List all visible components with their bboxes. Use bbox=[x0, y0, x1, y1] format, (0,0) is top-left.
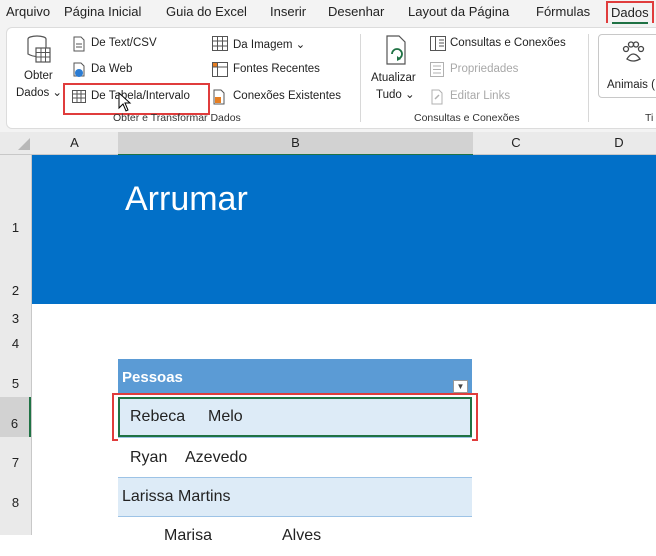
refresh-all-label-2: Tudo ⌄ bbox=[376, 89, 415, 101]
from-web-label: Da Web bbox=[91, 63, 133, 75]
row-header-1[interactable]: 1 bbox=[0, 220, 31, 235]
table-header-cell[interactable]: Pessoas ▼ bbox=[118, 359, 472, 395]
group-label-queries: Consultas e Conexões bbox=[414, 112, 520, 124]
refresh-icon bbox=[386, 35, 406, 65]
edit-links-label: Editar Links bbox=[450, 90, 511, 102]
cell-first-name: Ryan bbox=[130, 449, 168, 466]
row-header-5[interactable]: 5 bbox=[0, 376, 31, 391]
row-highlight bbox=[112, 393, 478, 441]
from-web-button[interactable]: Da Web bbox=[72, 61, 192, 79]
queries-connections-button[interactable]: Consultas e Conexões bbox=[430, 35, 576, 53]
ribbon: Obter Dados ⌄ De Text/CSV Da Web De Tabe… bbox=[0, 24, 656, 132]
cell-first-name: Marisa bbox=[164, 527, 213, 544]
sheet-title: Arrumar bbox=[125, 180, 248, 218]
get-data-button[interactable]: Obter Dados ⌄ bbox=[14, 32, 66, 104]
from-text-csv-button[interactable]: De Text/CSV bbox=[72, 35, 192, 53]
edit-links-icon bbox=[431, 89, 443, 105]
column-header-c[interactable]: C bbox=[474, 135, 558, 150]
title-banner bbox=[32, 155, 656, 304]
column-header-d[interactable]: D bbox=[559, 135, 656, 150]
filter-dropdown-icon[interactable]: ▼ bbox=[453, 380, 468, 393]
tab-pagina-inicial[interactable]: Página Inicial bbox=[64, 4, 141, 19]
from-image-label: Da Imagem ⌄ bbox=[233, 39, 306, 51]
tab-arquivo[interactable]: Arquivo bbox=[6, 4, 50, 19]
select-all-corner-icon[interactable] bbox=[18, 138, 30, 150]
tab-guia-do-excel[interactable]: Guia do Excel bbox=[166, 4, 247, 19]
web-page-icon bbox=[73, 62, 85, 77]
get-data-label-2: Dados ⌄ bbox=[16, 87, 63, 99]
paw-icon bbox=[622, 41, 645, 62]
recent-sources-icon bbox=[212, 62, 228, 77]
group-label-types: Ti bbox=[645, 112, 654, 124]
properties-button[interactable]: Propriedades bbox=[430, 61, 540, 79]
existing-connections-button[interactable]: Conexões Existentes bbox=[212, 88, 352, 106]
ribbon-separator-2 bbox=[588, 34, 589, 122]
cell-last-name: Azevedo bbox=[185, 449, 248, 466]
animals-label: Animais ( bbox=[607, 79, 655, 91]
text-file-icon bbox=[73, 36, 85, 52]
queries-connections-label: Consultas e Conexões bbox=[450, 37, 566, 49]
menu-bar: Arquivo Página Inicial Guia do Excel Ins… bbox=[0, 0, 656, 24]
cell-first-name: Larissa Martins bbox=[122, 488, 231, 505]
column-header-bar: A B C D bbox=[0, 132, 656, 156]
animals-data-type-button[interactable]: Animais ( bbox=[598, 34, 656, 98]
database-table-icon bbox=[27, 35, 51, 63]
edit-links-button[interactable]: Editar Links bbox=[430, 88, 540, 106]
tab-inserir[interactable]: Inserir bbox=[270, 4, 306, 19]
tab-layout-da-pagina[interactable]: Layout da Página bbox=[408, 4, 509, 19]
tab-dados[interactable]: Dados bbox=[606, 1, 654, 24]
column-header-a[interactable]: A bbox=[32, 135, 117, 150]
recent-sources-button[interactable]: Fontes Recentes bbox=[212, 61, 332, 79]
image-table-icon bbox=[212, 36, 228, 51]
group-label-get-transform: Obter e Transformar Dados bbox=[113, 112, 241, 124]
column-header-b[interactable]: B bbox=[118, 132, 473, 156]
refresh-all-button[interactable]: Atualizar Tudo ⌄ bbox=[368, 32, 426, 108]
row-header-6[interactable]: 6 bbox=[0, 397, 31, 437]
properties-icon bbox=[430, 62, 444, 77]
table-row[interactable]: Ryan Azevedo bbox=[118, 437, 472, 477]
row-header-2[interactable]: 2 bbox=[0, 283, 31, 298]
from-image-button[interactable]: Da Imagem ⌄ bbox=[212, 35, 322, 53]
table-header-label: Pessoas bbox=[122, 369, 183, 386]
from-table-range-highlight bbox=[63, 83, 210, 115]
existing-connections-icon bbox=[213, 89, 225, 105]
table-row[interactable]: Larissa Martins bbox=[118, 477, 472, 517]
row-header-8[interactable]: 8 bbox=[0, 495, 31, 510]
row-header-3[interactable]: 3 bbox=[0, 311, 31, 326]
get-data-label-1: Obter bbox=[24, 70, 53, 82]
ribbon-separator bbox=[360, 34, 361, 122]
recent-sources-label: Fontes Recentes bbox=[233, 63, 320, 75]
row-header-4[interactable]: 4 bbox=[0, 336, 31, 351]
from-text-csv-label: De Text/CSV bbox=[91, 37, 157, 49]
existing-connections-label: Conexões Existentes bbox=[233, 90, 342, 102]
properties-label: Propriedades bbox=[450, 63, 519, 75]
table-row[interactable]: Marisa Alves bbox=[118, 516, 472, 556]
queries-connections-icon bbox=[430, 36, 446, 51]
tab-desenhar[interactable]: Desenhar bbox=[328, 4, 384, 19]
tab-formulas[interactable]: Fórmulas bbox=[536, 4, 590, 19]
refresh-all-label-1: Atualizar bbox=[371, 72, 416, 84]
row-header-7[interactable]: 7 bbox=[0, 455, 31, 470]
row-header-bar: 1 2 3 4 5 6 7 8 bbox=[0, 155, 32, 535]
cell-last-name: Alves bbox=[282, 527, 322, 544]
mouse-cursor-icon bbox=[118, 92, 132, 112]
